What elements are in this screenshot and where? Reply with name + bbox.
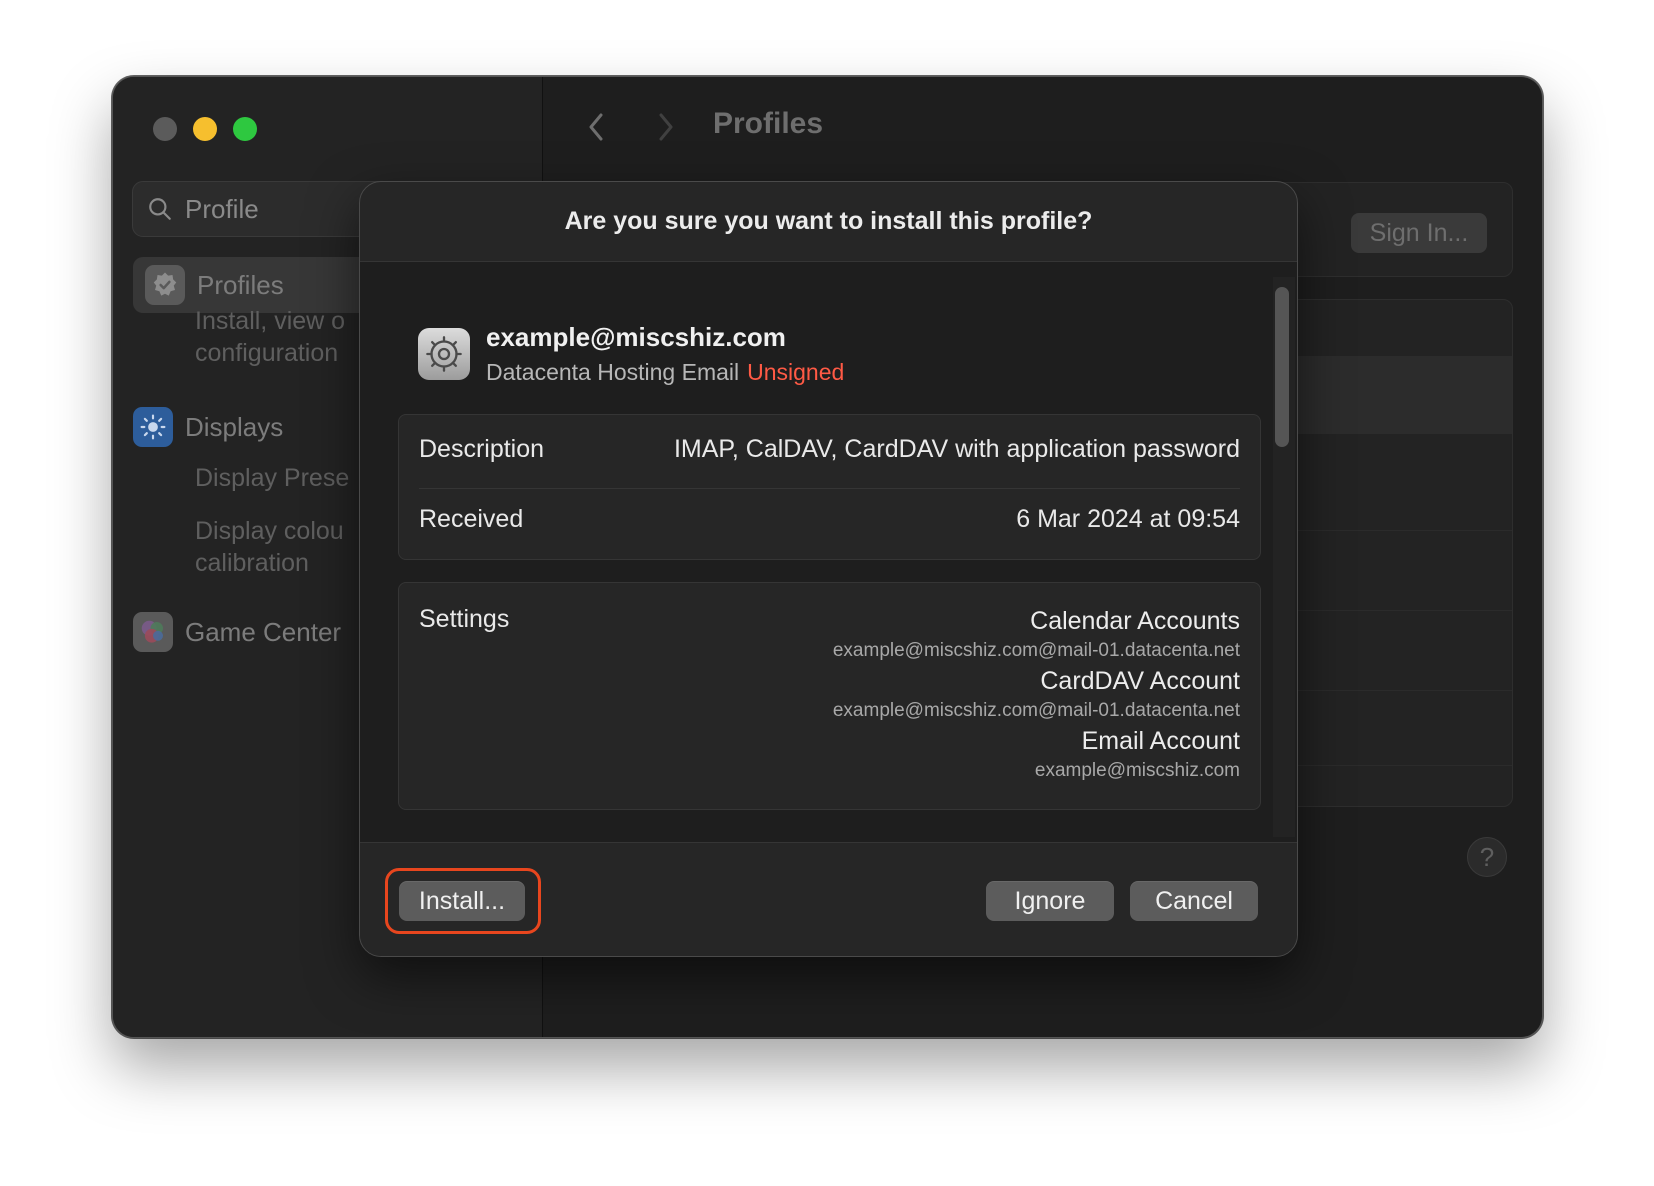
received-label: Received — [419, 505, 524, 533]
install-profile-dialog: Are you sure you want to install this pr… — [359, 181, 1298, 957]
details-divider — [419, 488, 1240, 489]
profile-name: example@miscshiz.com — [486, 322, 786, 352]
profile-header: example@miscshiz.com Datacenta Hosting E… — [418, 322, 844, 386]
description-label: Description — [419, 435, 545, 463]
help-button[interactable]: ? — [1467, 837, 1507, 877]
setting-value: example@miscshiz.com@mail-01.datacenta.n… — [832, 700, 1240, 721]
description-row: Description IMAP, CalDAV, CardDAV with a… — [419, 435, 1240, 464]
chevron-right-icon[interactable] — [653, 107, 679, 147]
zoom-window-button[interactable] — [233, 117, 257, 141]
dialog-footer: Install... Ignore Cancel — [360, 842, 1297, 956]
profile-subtitle-line: Datacenta Hosting Email Unsigned — [486, 359, 844, 386]
sun-icon — [133, 407, 173, 447]
description-value: IMAP, CalDAV, CardDAV with application p… — [673, 435, 1240, 463]
cancel-button[interactable]: Cancel — [1130, 881, 1258, 921]
ignore-button[interactable]: Ignore — [986, 881, 1114, 921]
profile-details-box: Description IMAP, CalDAV, CardDAV with a… — [398, 414, 1261, 560]
game-center-icon — [133, 612, 173, 652]
setting-name: Calendar Accounts — [1030, 607, 1240, 635]
sidebar-item-label: Displays — [185, 411, 284, 442]
setting-name: Email Account — [1081, 727, 1240, 755]
close-window-button[interactable] — [153, 117, 177, 141]
settings-label: Settings — [419, 605, 510, 633]
search-text: Profile — [185, 193, 259, 224]
window-controls — [153, 117, 257, 141]
unsigned-badge: Unsigned — [747, 359, 845, 385]
setting-value: example@miscshiz.com@mail-01.datacenta.n… — [832, 640, 1240, 661]
sidebar-item-label: Game Center — [185, 616, 342, 647]
search-icon — [149, 198, 171, 220]
gear-icon — [418, 328, 470, 380]
scrollbar-thumb[interactable] — [1275, 287, 1289, 447]
received-row: Received 6 Mar 2024 at 09:54 — [419, 505, 1240, 534]
setting-name: CardDAV Account — [1040, 667, 1240, 695]
chevron-left-icon[interactable] — [583, 107, 609, 147]
profiles-badge-icon — [145, 265, 185, 305]
received-value: 6 Mar 2024 at 09:54 — [1016, 505, 1240, 533]
sidebar-item-label: Profiles — [197, 269, 284, 300]
sign-in-button[interactable]: Sign In... — [1351, 213, 1487, 253]
minimize-window-button[interactable] — [193, 117, 217, 141]
setting-value: example@miscshiz.com — [1034, 760, 1240, 781]
dialog-title: Are you sure you want to install this pr… — [360, 182, 1297, 262]
dialog-body: example@miscshiz.com Datacenta Hosting E… — [360, 262, 1297, 842]
settings-box: Settings Calendar Accounts example@miscs… — [398, 582, 1261, 810]
profile-organization: Datacenta Hosting Email — [486, 359, 740, 385]
pane-title: Profiles — [713, 107, 824, 140]
settings-list: Calendar Accounts example@miscshiz.com@m… — [833, 605, 1240, 785]
install-button[interactable]: Install... — [399, 881, 525, 921]
